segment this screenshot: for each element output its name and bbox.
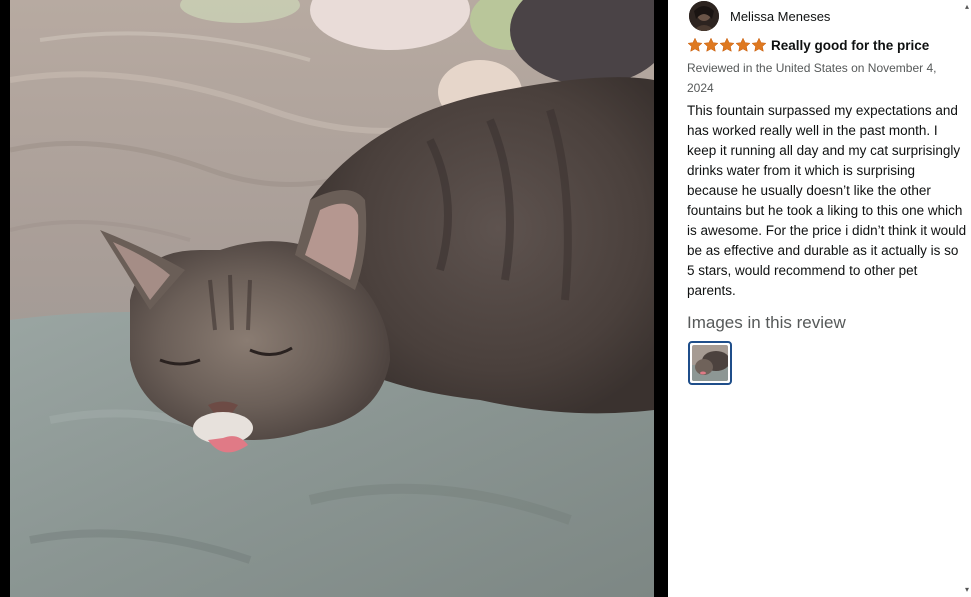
review-image-thumbnail[interactable] [688, 341, 732, 385]
reviewer-profile[interactable]: Melissa Meneses [689, 1, 830, 31]
images-heading: Images in this review [687, 313, 846, 332]
review-photo-large[interactable] [10, 0, 654, 597]
review-panel: Melissa Meneses Really good for the pric… [668, 0, 971, 597]
star-rating [687, 37, 767, 53]
star-icon [751, 37, 767, 52]
star-icon [687, 37, 703, 52]
chevron-down-icon[interactable]: ▾ [965, 586, 971, 594]
star-icon [703, 37, 719, 52]
review-title[interactable]: Really good for the price [771, 38, 929, 53]
review-rating-line: Really good for the price [687, 37, 929, 53]
review-date: Reviewed in the United States on Novembe… [687, 61, 937, 95]
star-icon [719, 37, 735, 52]
chevron-up-icon[interactable]: ▴ [965, 3, 971, 11]
review-body: This fountain surpassed my expectations … [687, 103, 967, 298]
reviewer-name[interactable]: Melissa Meneses [730, 9, 830, 24]
avatar [689, 1, 719, 31]
star-icon [735, 37, 751, 52]
image-viewer [0, 0, 668, 597]
